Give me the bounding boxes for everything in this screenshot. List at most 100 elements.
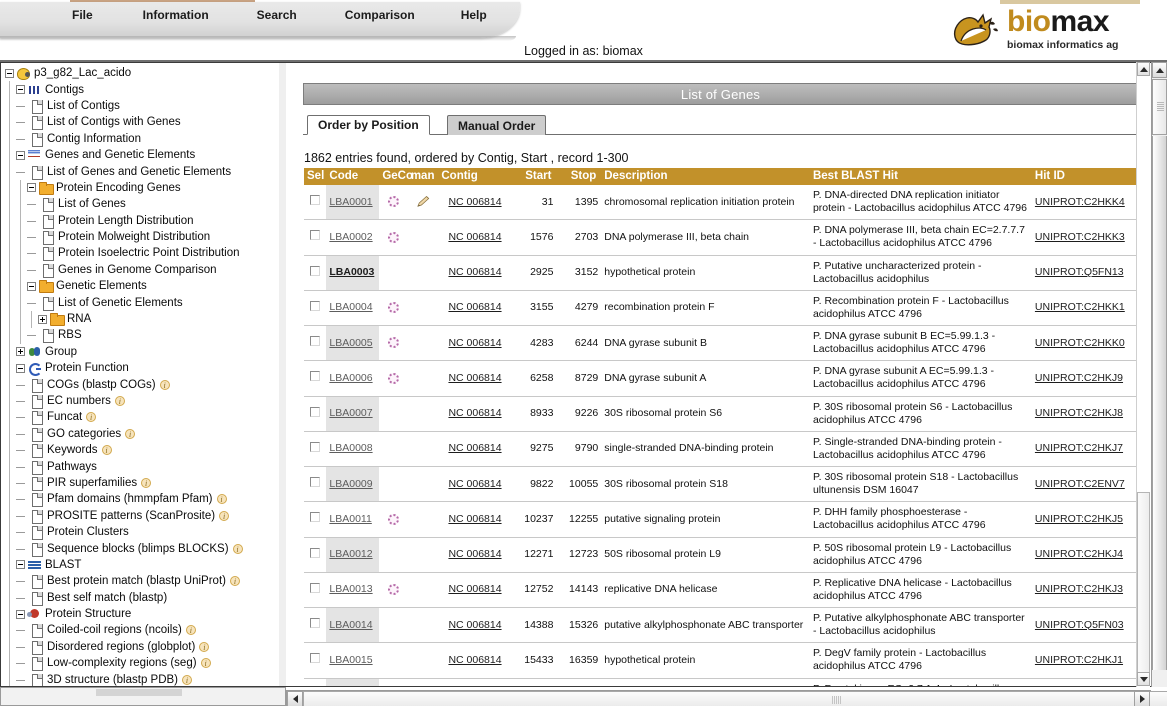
contig-link[interactable]: NC 006814 bbox=[448, 654, 501, 666]
geco-icon[interactable] bbox=[388, 372, 400, 384]
tab-order-by-position[interactable]: Order by Position bbox=[307, 115, 430, 135]
hit-id-link[interactable]: UNIPROT:C2HKJ7 bbox=[1035, 442, 1123, 454]
tree-expand-icon[interactable] bbox=[16, 347, 25, 357]
table-row[interactable]: LBA0016 NC 0068141648317358fructokinaseP.… bbox=[304, 678, 1144, 686]
info-icon[interactable]: i bbox=[219, 510, 230, 521]
info-icon[interactable]: i bbox=[141, 477, 152, 488]
row-select-checkbox[interactable] bbox=[310, 406, 321, 417]
hit-id-link[interactable]: UNIPROT:C2HKK4 bbox=[1035, 196, 1125, 208]
gene-code-link[interactable]: LBA0015 bbox=[329, 654, 372, 666]
contig-link[interactable]: NC 006814 bbox=[448, 619, 501, 631]
tree-collapse-icon[interactable] bbox=[16, 560, 25, 570]
info-icon[interactable]: i bbox=[114, 396, 125, 406]
row-select-checkbox[interactable] bbox=[310, 653, 321, 664]
contig-link[interactable]: NC 006814 bbox=[448, 513, 501, 525]
tree-item-group[interactable]: Group bbox=[5, 343, 277, 362]
tree-item-protein-isoelectric-point-distribution[interactable]: Protein Isoelectric Point Distribution bbox=[5, 245, 277, 263]
col-header-man[interactable]: man bbox=[407, 168, 439, 185]
row-select-checkbox[interactable] bbox=[310, 195, 321, 206]
row-select-checkbox[interactable] bbox=[310, 300, 321, 311]
hscroll-right-button[interactable] bbox=[1134, 691, 1150, 707]
menu-item-file[interactable]: File bbox=[68, 5, 97, 25]
window-scroll-track[interactable] bbox=[1152, 136, 1167, 670]
tree-item-sequence-blocks-blimps-blocks[interactable]: Sequence blocks (blimps BLOCKS) i bbox=[5, 540, 277, 558]
table-row[interactable]: LBA0012 NC 006814 12271 12723 50S ribosomal … bbox=[304, 537, 1144, 573]
tree-item-genetic-elements[interactable]: Genetic Elements bbox=[5, 278, 277, 296]
hit-id-link[interactable]: UNIPROT:C2HKK1 bbox=[1035, 301, 1125, 313]
gene-code-link[interactable]: LBA0005 bbox=[329, 337, 372, 349]
row-select-checkbox[interactable] bbox=[310, 371, 321, 382]
col-header-code[interactable]: Code bbox=[326, 168, 380, 185]
table-row[interactable]: LBA0014 NC 006814 14388 15326 putative alkyl… bbox=[304, 607, 1144, 644]
info-icon[interactable]: i bbox=[216, 494, 227, 505]
contig-link[interactable]: NC 006814 bbox=[448, 231, 501, 243]
tree-item-p3-g82-lac-acido[interactable]: p3_g82_Lac_acido bbox=[5, 65, 277, 81]
gene-code-link[interactable]: LBA0007 bbox=[329, 407, 372, 419]
info-icon[interactable]: i bbox=[185, 625, 196, 636]
table-row[interactable]: LBA0002 NC 006814 1576 2703 DNA polymerase I… bbox=[304, 219, 1144, 256]
row-select-checkbox[interactable] bbox=[310, 441, 321, 452]
tree-item-best-self-match-blastp[interactable]: Best self match (blastp) bbox=[5, 589, 277, 607]
tree-expand-icon[interactable] bbox=[38, 314, 47, 324]
tree-item-protein-encoding-genes[interactable]: Protein Encoding Genes bbox=[5, 179, 277, 198]
info-icon[interactable]: i bbox=[159, 379, 170, 390]
tree-item-contigs[interactable]: Contigs bbox=[5, 81, 277, 99]
menu-item-comparison[interactable]: Comparison bbox=[341, 5, 419, 25]
geco-icon[interactable] bbox=[388, 196, 400, 208]
menu-item-search[interactable]: Search bbox=[253, 5, 301, 25]
tree-item-protein-molweight-distribution[interactable]: Protein Molweight Distribution bbox=[5, 228, 277, 247]
contig-link[interactable]: NC 006814 bbox=[448, 478, 501, 490]
gene-code-link[interactable]: LBA0003 bbox=[329, 266, 374, 278]
hit-id-link[interactable]: UNIPROT:Q5FN13 bbox=[1035, 266, 1124, 278]
tree-collapse-icon[interactable] bbox=[16, 85, 25, 95]
tree-item-list-of-genetic-elements[interactable]: List of Genetic Elements bbox=[5, 294, 277, 312]
tree-collapse-icon[interactable] bbox=[16, 363, 25, 373]
gene-code-link[interactable]: LBA0002 bbox=[329, 231, 372, 243]
table-row[interactable]: LBA0009 NC 006814 9822 10055 30S ribosomal p… bbox=[304, 466, 1144, 503]
hit-id-link[interactable]: UNIPROT:C2HKK3 bbox=[1035, 231, 1125, 243]
tree-item-protein-function[interactable]: Protein Function bbox=[5, 360, 277, 378]
tree-collapse-icon[interactable] bbox=[5, 68, 14, 78]
hit-id-link[interactable]: UNIPROT:C2HKJ9 bbox=[1035, 372, 1123, 384]
contig-link[interactable]: NC 006814 bbox=[448, 266, 501, 278]
contig-link[interactable]: NC 006814 bbox=[448, 372, 501, 384]
content-scroll-up-button[interactable] bbox=[1137, 62, 1150, 76]
tree-item-genes-in-genome-comparison[interactable]: Genes in Genome Comparison bbox=[5, 261, 277, 280]
gene-code-link[interactable]: LBA0014 bbox=[329, 619, 372, 631]
contig-link[interactable]: NC 006814 bbox=[448, 337, 501, 349]
row-select-checkbox[interactable] bbox=[310, 512, 321, 523]
table-row[interactable]: LBA0008 NC 006814 9275 9790 single-stranded … bbox=[304, 431, 1144, 468]
gene-code-link[interactable]: LBA0009 bbox=[329, 478, 372, 490]
tree-item-coiled-coil-regions-ncoils[interactable]: Coiled-coil regions (ncoils) i bbox=[5, 622, 277, 640]
tree-item-pfam-domains-hmmpfam-pfam[interactable]: Pfam domains (hmmpfam Pfam) i bbox=[5, 491, 277, 509]
gene-code-link[interactable]: LBA0006 bbox=[329, 372, 372, 384]
tree-item-3d-structure-blastp-pdb[interactable]: 3D structure (blastp PDB) i bbox=[5, 671, 277, 686]
window-vertical-scrollbar[interactable] bbox=[1151, 62, 1167, 687]
tree-item-list-of-contigs-with-genes[interactable]: List of Contigs with Genes bbox=[5, 114, 277, 132]
geco-icon[interactable] bbox=[388, 337, 400, 349]
tree-collapse-icon[interactable] bbox=[16, 150, 25, 160]
hit-id-link[interactable]: UNIPROT:C2HKJ1 bbox=[1035, 654, 1123, 666]
tree-item-rbs[interactable]: RBS bbox=[5, 327, 277, 345]
gene-code-link[interactable]: LBA0012 bbox=[329, 548, 372, 560]
tree-item-keywords[interactable]: Keywords i bbox=[5, 441, 277, 460]
col-header-contig[interactable]: Contig bbox=[438, 168, 512, 185]
info-icon[interactable]: i bbox=[232, 543, 243, 554]
info-icon[interactable]: i bbox=[101, 445, 112, 456]
tree-item-blast[interactable]: BLAST bbox=[5, 556, 277, 575]
tree-item-rna[interactable]: RNA bbox=[5, 310, 277, 329]
table-row[interactable]: LBA0011 NC 006814 10237 12255 putative signa… bbox=[304, 501, 1144, 538]
gene-code-link[interactable]: LBA0004 bbox=[329, 301, 372, 313]
tree-item-genes-and-genetic-elements[interactable]: Genes and Genetic Elements bbox=[5, 146, 277, 165]
tree-item-cogs-blastp-cogs[interactable]: COGs (blastp COGs) i bbox=[5, 376, 277, 394]
row-select-checkbox[interactable] bbox=[310, 336, 321, 347]
tree-item-list-of-contigs[interactable]: List of Contigs bbox=[5, 97, 277, 116]
table-row[interactable]: LBA0013 NC 006814 12752 14143 replicative DN… bbox=[304, 572, 1144, 609]
row-select-checkbox[interactable] bbox=[310, 547, 321, 558]
row-select-checkbox[interactable] bbox=[310, 265, 321, 276]
geco-icon[interactable] bbox=[388, 302, 400, 314]
col-header-start[interactable]: Start bbox=[511, 168, 557, 185]
content-scroll-thumb[interactable] bbox=[1137, 492, 1150, 682]
geco-icon[interactable] bbox=[388, 513, 400, 525]
tree-item-contig-information[interactable]: Contig Information bbox=[5, 130, 277, 148]
